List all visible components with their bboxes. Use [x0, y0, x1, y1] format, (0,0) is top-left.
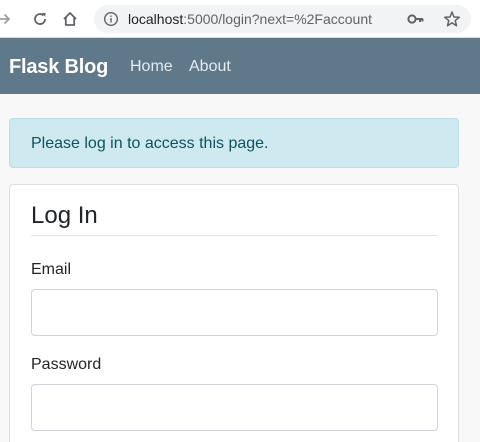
home-icon[interactable]: [58, 7, 82, 31]
bookmark-star-icon[interactable]: [443, 10, 461, 28]
email-label: Email: [31, 261, 72, 278]
key-icon[interactable]: [407, 11, 425, 27]
info-icon[interactable]: [103, 11, 119, 27]
password-label: Password: [31, 356, 102, 373]
flash-alert: Please log in to access this page.: [9, 118, 459, 168]
reload-icon[interactable]: [28, 7, 52, 31]
flash-message: Please log in to access this page.: [31, 135, 269, 152]
forward-arrow-icon[interactable]: [0, 7, 16, 31]
browser-toolbar: localhost:5000/login?next=%2Faccount: [0, 0, 480, 38]
url-text: localhost:5000/login?next=%2Faccount: [128, 11, 372, 27]
nav-link-home[interactable]: Home: [130, 58, 173, 76]
site-navbar: Flask Blog Home About: [0, 38, 480, 94]
address-bar[interactable]: localhost:5000/login?next=%2Faccount: [94, 5, 471, 33]
brand-link[interactable]: Flask Blog: [9, 56, 108, 78]
url-path: :5000/login?next=%2Faccount: [183, 11, 373, 27]
form-legend: Log In: [31, 203, 438, 236]
password-field[interactable]: [31, 384, 438, 431]
url-host: localhost: [128, 11, 184, 27]
login-card: Log In Email Password: [9, 184, 459, 442]
nav-link-about[interactable]: About: [189, 58, 231, 76]
email-field[interactable]: [31, 289, 438, 336]
